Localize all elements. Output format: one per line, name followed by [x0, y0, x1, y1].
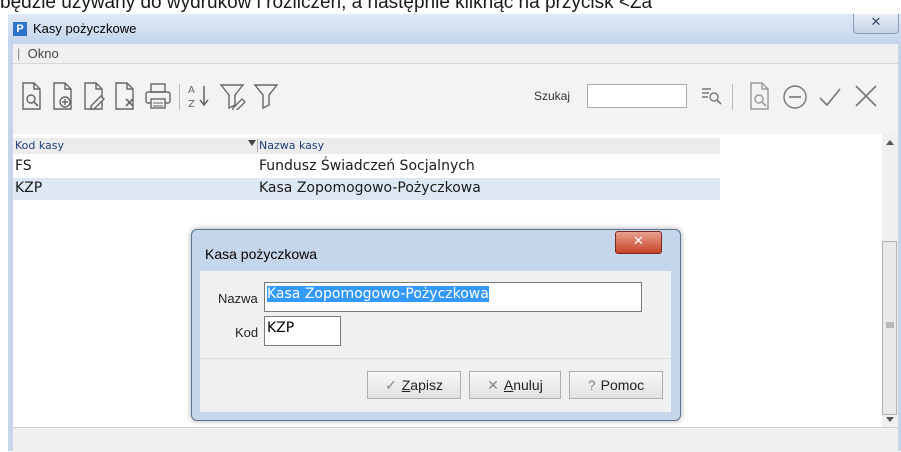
- filter-edit-icon[interactable]: [219, 82, 247, 110]
- save-mnemonic: Z: [401, 377, 411, 393]
- close-icon[interactable]: [854, 84, 878, 108]
- name-label: Nazwa: [218, 291, 258, 306]
- scroll-down-icon[interactable]: [886, 417, 894, 422]
- cell-code: KZP: [15, 180, 43, 196]
- svg-text:Z: Z: [188, 99, 195, 110]
- sort-icon[interactable]: AZ: [186, 82, 212, 110]
- preview-icon[interactable]: [20, 82, 44, 110]
- cancel-label: nuluj: [513, 377, 543, 393]
- search-icon[interactable]: [700, 86, 722, 106]
- save-button[interactable]: ✓ Zapisz: [367, 371, 461, 399]
- scroll-up-icon[interactable]: [886, 140, 894, 145]
- cell-name: Fundusz Świadczeń Socjalnych: [259, 158, 475, 174]
- print-icon[interactable]: [144, 82, 172, 110]
- help-icon: ?: [587, 377, 596, 393]
- sort-descending-icon: [248, 140, 256, 146]
- close-icon: ✕: [487, 377, 499, 393]
- preview-icon[interactable]: [748, 82, 772, 110]
- code-field[interactable]: KZP: [264, 316, 341, 346]
- grid-header: Kod kasy Nazwa kasy: [13, 138, 720, 154]
- menu-bar: | Okno: [13, 44, 898, 64]
- dialog-title: Kasa pożyczkowa: [205, 246, 318, 262]
- toolbar: AZ Szukaj: [13, 64, 898, 134]
- cancel-mnemonic: A: [503, 377, 514, 393]
- name-field-value: Kasa Zopomogowo-Pożyczkowa: [267, 286, 489, 302]
- scroll-thumb[interactable]: [882, 241, 897, 415]
- search-input[interactable]: [587, 84, 687, 108]
- svg-text:A: A: [188, 85, 195, 96]
- window-close-button[interactable]: ✕: [853, 14, 899, 34]
- dialog-close-button[interactable]: ✕: [615, 231, 662, 254]
- search-label: Szukaj: [534, 89, 571, 103]
- save-label: apisz: [410, 377, 443, 393]
- code-label: Kod: [235, 325, 259, 340]
- status-bar: [13, 427, 898, 452]
- name-field[interactable]: Kasa Zopomogowo-Pożyczkowa: [264, 282, 642, 312]
- cell-code: FS: [15, 158, 32, 174]
- dialog-footer: ✓ Zapisz ✕ Anuluj ? Pomoc: [200, 358, 671, 412]
- table-row[interactable]: FS Fundusz Świadczeń Socjalnych: [13, 156, 720, 178]
- add-icon[interactable]: [51, 82, 75, 110]
- minus-circle-icon[interactable]: [782, 84, 808, 110]
- vertical-scrollbar[interactable]: [882, 134, 898, 427]
- check-icon: ✓: [385, 377, 397, 393]
- edit-icon[interactable]: [82, 82, 106, 110]
- check-icon[interactable]: [818, 86, 842, 108]
- help-button[interactable]: ? Pomoc: [569, 371, 663, 399]
- column-header-nazwa-kasy[interactable]: Nazwa kasy: [257, 139, 324, 152]
- app-icon: P: [13, 22, 27, 36]
- column-header-kod-kasy[interactable]: Kod kasy: [15, 139, 64, 152]
- delete-icon[interactable]: [113, 82, 137, 110]
- cell-name: Kasa Zopomogowo-Pożyczkowa: [259, 180, 481, 196]
- help-label: Pomoc: [600, 377, 645, 393]
- title-bar: P Kasy pożyczkowe ✕: [8, 14, 901, 44]
- toolbar-separator: [179, 84, 180, 110]
- edit-dialog: Kasa pożyczkowa ✕ Nazwa Kasa Zopomogowo-…: [191, 229, 681, 421]
- toolbar-separator: [732, 84, 733, 110]
- filter-icon[interactable]: [253, 82, 279, 110]
- window-title: Kasy pożyczkowe: [33, 21, 137, 36]
- grip-icon: [886, 322, 894, 328]
- cancel-button[interactable]: ✕ Anuluj: [469, 371, 561, 399]
- table-row[interactable]: KZP Kasa Zopomogowo-Pożyczkowa: [13, 178, 720, 200]
- menu-item-okno[interactable]: | Okno: [17, 46, 59, 61]
